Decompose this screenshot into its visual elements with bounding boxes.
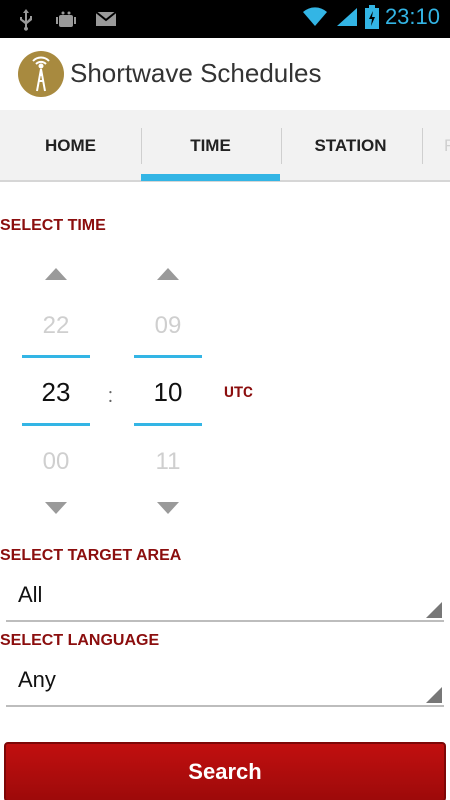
minute-selection-bottom-line (134, 423, 202, 426)
tab-bar: HOME TIME STATION F (0, 110, 450, 182)
minute-current-value[interactable]: 10 (134, 377, 202, 408)
android-debug-icon (56, 11, 76, 27)
signal-icon (336, 8, 357, 26)
spinner-dropdown-icon (426, 602, 442, 618)
hour-increment-arrow-icon[interactable] (45, 268, 67, 280)
hour-picker[interactable]: 22 23 00 (22, 260, 90, 520)
hour-selection-bottom-line (22, 423, 90, 426)
clock: 23:10 (384, 4, 440, 29)
app-title: Shortwave Schedules (70, 58, 322, 88)
minute-selection-top-line (134, 355, 202, 358)
language-spinner[interactable]: Any (6, 657, 444, 707)
action-bar: Shortwave Schedules (0, 38, 450, 112)
tab-time[interactable]: TIME (141, 110, 280, 182)
hour-prev-value[interactable]: 22 (22, 312, 90, 340)
minute-picker[interactable]: 09 10 11 (134, 260, 202, 520)
time-separator: : (108, 383, 113, 407)
tab-indicator (141, 174, 280, 181)
status-bar: 23:10 (0, 0, 450, 38)
tab-station[interactable]: STATION (281, 110, 420, 182)
select-time-label: SELECT TIME (0, 217, 106, 234)
hour-current-value[interactable]: 23 (22, 377, 90, 408)
tab-more[interactable]: F (422, 110, 450, 182)
language-value: Any (18, 667, 56, 692)
select-language-label: SELECT LANGUAGE (0, 632, 160, 649)
target-area-spinner[interactable]: All (6, 572, 444, 622)
select-target-area-label: SELECT TARGET AREA (0, 547, 182, 564)
minute-next-value[interactable]: 11 (134, 448, 202, 476)
timezone-label: UTC (224, 383, 253, 401)
spinner-dropdown-icon (426, 687, 442, 703)
minute-increment-arrow-icon[interactable] (157, 268, 179, 280)
minute-prev-value[interactable]: 09 (134, 312, 202, 340)
gmail-icon (95, 11, 117, 26)
usb-icon (20, 9, 32, 31)
app-screen: 23:10 Shortwave Schedules HOME TIME STAT… (0, 0, 450, 800)
tab-home[interactable]: HOME (0, 110, 141, 182)
target-area-value: All (18, 582, 43, 607)
hour-next-value[interactable]: 00 (22, 448, 90, 476)
radio-tower-icon (18, 51, 64, 97)
minute-decrement-arrow-icon[interactable] (157, 502, 179, 514)
hour-decrement-arrow-icon[interactable] (45, 502, 67, 514)
wifi-icon (302, 7, 327, 26)
battery-charging-icon (364, 5, 379, 29)
hour-selection-top-line (22, 355, 90, 358)
search-button[interactable]: Search (4, 742, 446, 800)
